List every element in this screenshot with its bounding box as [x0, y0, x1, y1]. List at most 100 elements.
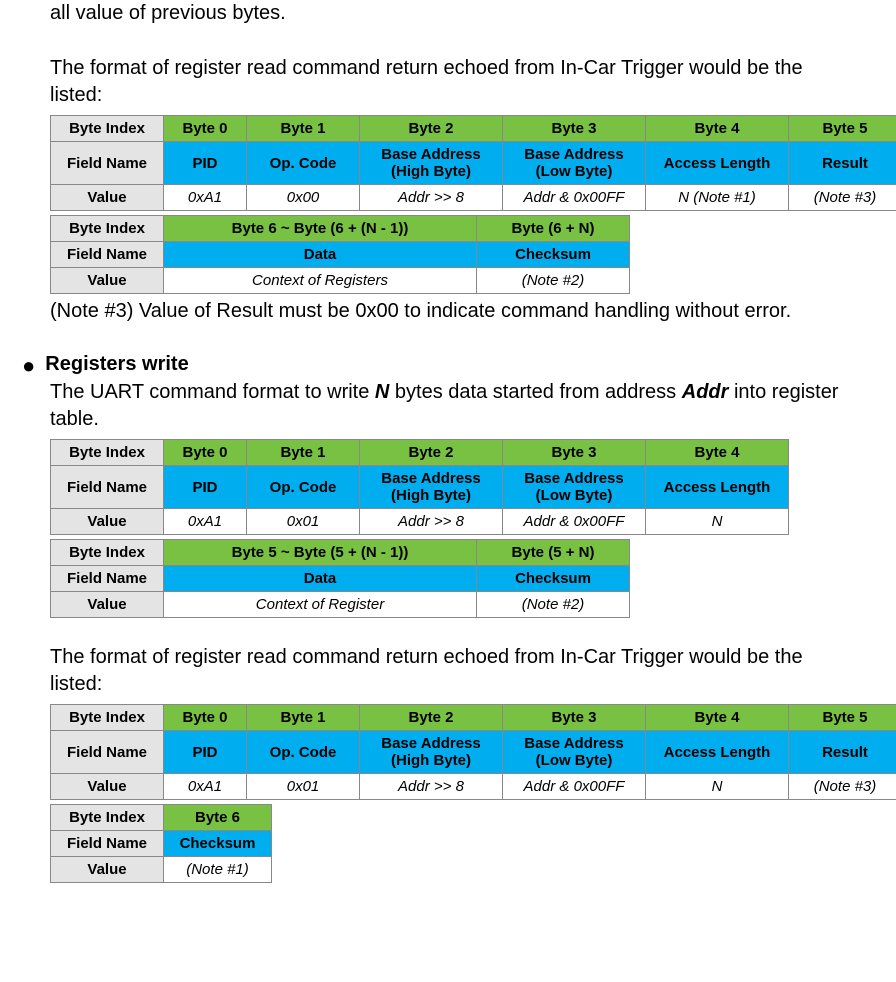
row-label: Value — [51, 509, 164, 535]
row-label: Value — [51, 857, 164, 883]
table-cell: Base Address (Low Byte) — [503, 731, 646, 774]
table-header: Byte 6 — [164, 805, 272, 831]
body-text: The format of register read command retu… — [50, 644, 846, 698]
table-cell: Result — [789, 731, 896, 774]
variable-addr: Addr — [682, 381, 729, 403]
text-span: bytes data started from address — [389, 381, 681, 403]
table-header: Byte 3 — [503, 440, 646, 466]
table-cell: Context of Register — [164, 592, 477, 618]
row-label: Value — [51, 268, 164, 294]
table-header: Byte 4 — [646, 440, 789, 466]
register-table: Byte Index Byte 5 ~ Byte (5 + (N - 1)) B… — [50, 539, 630, 618]
table-header: Byte 0 — [164, 705, 247, 731]
table-cell: 0xA1 — [164, 509, 247, 535]
row-label: Value — [51, 774, 164, 800]
table-cell: N — [646, 774, 789, 800]
row-label: Byte Index — [51, 116, 164, 142]
body-text: The UART command format to write N bytes… — [50, 379, 846, 433]
register-table: Byte Index Byte 6 ~ Byte (6 + (N - 1)) B… — [50, 215, 630, 294]
row-label: Field Name — [51, 731, 164, 774]
table-cell: Data — [164, 566, 477, 592]
text-span: The UART command format to write — [50, 381, 375, 403]
table-header: Byte 1 — [247, 440, 360, 466]
table-cell: Checksum — [164, 831, 272, 857]
table-cell: Access Length — [646, 731, 789, 774]
table-cell: Base Address (Low Byte) — [503, 466, 646, 509]
table-cell: Base Address (High Byte) — [360, 466, 503, 509]
section-heading: Registers write — [45, 353, 188, 376]
row-label: Field Name — [51, 242, 164, 268]
table-cell: PID — [164, 466, 247, 509]
table-header: Byte 5 ~ Byte (5 + (N - 1)) — [164, 540, 477, 566]
table-cell: Checksum — [477, 242, 630, 268]
row-label: Byte Index — [51, 705, 164, 731]
table-cell: (Note #3) — [789, 774, 896, 800]
table-cell: (Note #1) — [164, 857, 272, 883]
table-cell: Op. Code — [247, 731, 360, 774]
table-header: Byte 5 — [789, 116, 896, 142]
table-cell: Addr & 0x00FF — [503, 185, 646, 211]
row-label: Field Name — [51, 566, 164, 592]
table-cell: Addr >> 8 — [360, 509, 503, 535]
row-label: Value — [51, 592, 164, 618]
table-header: Byte 1 — [247, 705, 360, 731]
table-header: Byte 3 — [503, 116, 646, 142]
body-text: The format of register read command retu… — [50, 55, 846, 109]
table-cell: (Note #2) — [477, 268, 630, 294]
table-header: Byte 2 — [360, 705, 503, 731]
table-cell: Access Length — [646, 466, 789, 509]
register-table: Byte Index Byte 0 Byte 1 Byte 2 Byte 3 B… — [50, 439, 789, 535]
row-label: Field Name — [51, 142, 164, 185]
table-header: Byte 5 — [789, 705, 896, 731]
table-cell: Data — [164, 242, 477, 268]
register-table: Byte Index Byte 0 Byte 1 Byte 2 Byte 3 B… — [50, 704, 896, 800]
row-label: Value — [51, 185, 164, 211]
table-header: Byte 4 — [646, 116, 789, 142]
table-cell: Access Length — [646, 142, 789, 185]
table-header: Byte 0 — [164, 116, 247, 142]
table-header: Byte 3 — [503, 705, 646, 731]
table-cell: Context of Registers — [164, 268, 477, 294]
register-table: Byte Index Byte 6 Field Name Checksum Va… — [50, 804, 272, 883]
table-header: Byte (6 + N) — [477, 216, 630, 242]
row-label: Byte Index — [51, 540, 164, 566]
row-label: Byte Index — [51, 440, 164, 466]
table-cell: Base Address (High Byte) — [360, 142, 503, 185]
table-cell: 0x00 — [247, 185, 360, 211]
table-header: Byte 1 — [247, 116, 360, 142]
table-cell: Addr & 0x00FF — [503, 774, 646, 800]
table-cell: Addr >> 8 — [360, 185, 503, 211]
table-cell: 0xA1 — [164, 185, 247, 211]
table-cell: Result — [789, 142, 896, 185]
table-cell: 0x01 — [247, 774, 360, 800]
row-label: Byte Index — [51, 216, 164, 242]
table-cell: (Note #3) — [789, 185, 896, 211]
table-cell: N — [646, 509, 789, 535]
table-header: Byte 4 — [646, 705, 789, 731]
table-header: Byte 0 — [164, 440, 247, 466]
row-label: Field Name — [51, 466, 164, 509]
table-header: Byte 2 — [360, 440, 503, 466]
note-text: (Note #3) Value of Result must be 0x00 t… — [50, 298, 846, 325]
page-content: all value of previous bytes. The format … — [0, 0, 896, 927]
table-header: Byte 6 ~ Byte (6 + (N - 1)) — [164, 216, 477, 242]
row-label: Field Name — [51, 831, 164, 857]
table-header: Byte (5 + N) — [477, 540, 630, 566]
register-table: Byte Index Byte 0 Byte 1 Byte 2 Byte 3 B… — [50, 115, 896, 211]
bullet-dot-icon: ● — [22, 353, 35, 379]
table-cell: PID — [164, 731, 247, 774]
body-text: all value of previous bytes. — [50, 0, 846, 27]
table-cell: Op. Code — [247, 466, 360, 509]
table-cell: PID — [164, 142, 247, 185]
table-cell: (Note #2) — [477, 592, 630, 618]
table-cell: Op. Code — [247, 142, 360, 185]
table-cell: 0x01 — [247, 509, 360, 535]
bullet-item: ● Registers write — [22, 353, 846, 379]
table-header: Byte 2 — [360, 116, 503, 142]
table-cell: Base Address (High Byte) — [360, 731, 503, 774]
variable-n: N — [375, 381, 389, 403]
table-cell: Addr & 0x00FF — [503, 509, 646, 535]
row-label: Byte Index — [51, 805, 164, 831]
table-cell: Base Address (Low Byte) — [503, 142, 646, 185]
table-cell: Checksum — [477, 566, 630, 592]
